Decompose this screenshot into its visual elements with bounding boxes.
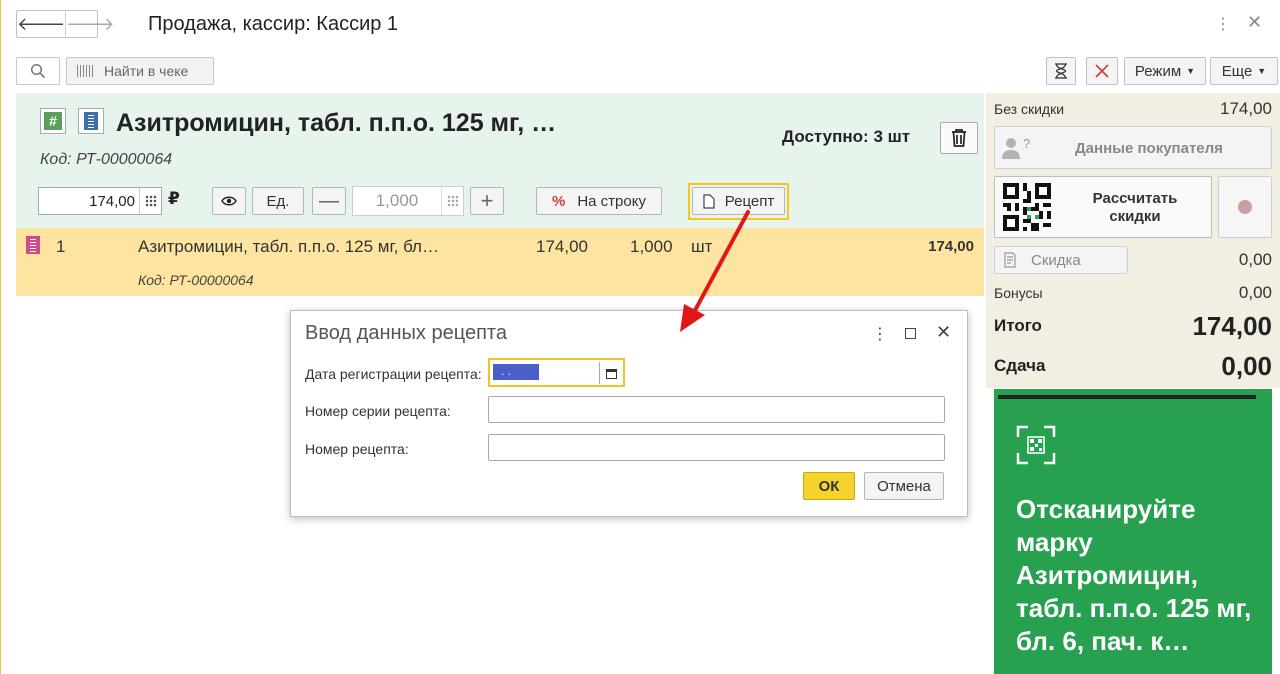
increase-qty-button[interactable]: + <box>470 187 504 215</box>
total-label: Итого <box>994 316 1042 335</box>
line-number: 1 <box>56 237 66 256</box>
change-label: Сдача <box>994 356 1046 375</box>
change-value: 0,00 <box>1221 351 1272 381</box>
percent-icon: % <box>552 192 566 210</box>
receipt-icon <box>1004 252 1016 268</box>
qr-code-icon <box>1003 183 1051 231</box>
dropdown-caret-icon: ▼ <box>1186 66 1196 76</box>
no-discount-label: Без скидки <box>994 101 1065 117</box>
line-price: 174,00 <box>536 237 588 256</box>
dialog-title: Ввод данных рецепта <box>305 322 507 344</box>
search-button[interactable] <box>16 57 60 85</box>
scan-separator <box>998 395 1256 399</box>
view-button[interactable] <box>212 187 246 215</box>
red-x-icon <box>1095 64 1109 78</box>
price-field[interactable]: 174,00 <box>38 187 162 215</box>
svg-text:?: ? <box>1023 136 1030 151</box>
forward-arrow-icon[interactable]: 🡒 <box>65 11 115 37</box>
marking-code-icon[interactable] <box>78 108 104 134</box>
calculator-icon[interactable] <box>139 188 161 214</box>
no-discount-value: 174,00 <box>1220 99 1272 118</box>
hourglass-icon <box>1055 63 1067 79</box>
back-arrow-icon[interactable]: 🡐 <box>17 11 65 37</box>
unknown-person-icon: ? <box>1002 136 1030 159</box>
dialog-maximize-icon[interactable] <box>905 328 916 339</box>
currency-sign: ₽ <box>168 189 180 208</box>
more-options-icon[interactable]: ⋮ <box>1215 14 1231 34</box>
mode-label: Режим <box>1134 62 1182 80</box>
search-icon <box>30 63 46 79</box>
status-dot-button[interactable] <box>1218 176 1272 238</box>
scan-message: Отсканируйте марку Азитромицин, табл. п.… <box>1016 494 1252 656</box>
discount-value: 0,00 <box>1238 250 1272 269</box>
total-value: 174,00 <box>1192 311 1272 341</box>
price-value: 174,00 <box>89 192 135 210</box>
discount-label: Скидка <box>1031 251 1081 269</box>
close-icon[interactable]: ✕ <box>1247 12 1262 33</box>
cancel-button[interactable]: Отмена <box>864 472 944 500</box>
dialog-more-icon[interactable]: ⋮ <box>872 324 888 344</box>
calculate-label-line2: скидки <box>1109 208 1161 225</box>
calendar-icon[interactable] <box>599 362 623 384</box>
discount-button[interactable]: Скидка <box>994 246 1128 274</box>
number-label: Номер рецепта: <box>305 441 409 457</box>
line-unit: шт <box>691 237 713 256</box>
product-title: Азитромицин, табл. п.п.о. 125 мг, … <box>116 109 557 137</box>
document-icon <box>703 193 715 209</box>
eye-icon <box>221 196 237 206</box>
calculate-discounts-label: Рассчитать скидки <box>1075 190 1195 226</box>
calculate-label-line1: Рассчитать <box>1092 190 1178 207</box>
number-input[interactable] <box>488 434 945 461</box>
more-label: Еще <box>1221 62 1253 80</box>
decrease-qty-button[interactable]: — <box>312 187 346 215</box>
ok-button[interactable]: ОК <box>803 472 855 500</box>
find-in-receipt-button[interactable]: Найти в чеке <box>66 57 214 85</box>
find-in-receipt-label: Найти в чеке <box>104 63 189 79</box>
customer-data-button[interactable]: ? Данные покупателя <box>994 126 1272 169</box>
line-discount-button[interactable]: % На строку <box>536 187 662 215</box>
unit-button[interactable]: Ед. <box>252 187 304 215</box>
recipe-button[interactable]: Рецепт <box>692 187 785 215</box>
plus-icon: + <box>480 188 494 213</box>
recipe-label: Рецепт <box>724 192 775 210</box>
delete-line-button[interactable] <box>940 122 978 154</box>
hash-icon[interactable]: # <box>40 108 66 134</box>
scan-frame-icon <box>1016 425 1056 465</box>
status-dot-icon <box>1238 200 1252 214</box>
more-button[interactable]: Еще ▼ <box>1210 57 1278 85</box>
quantity-field[interactable]: 1,000 <box>352 186 464 216</box>
marking-code-icon <box>26 236 40 254</box>
bonus-value: 0,00 <box>1238 283 1272 302</box>
dialog-close-icon[interactable]: ✕ <box>936 322 951 343</box>
line-sum: 174,00 <box>928 238 974 255</box>
calculate-discounts-button[interactable]: Рассчитать скидки <box>994 176 1212 238</box>
customer-data-label: Данные покупателя <box>1075 140 1223 157</box>
cancel-receipt-button[interactable] <box>1086 57 1118 85</box>
product-code: Код: РТ-00000064 <box>40 151 173 168</box>
hourglass-button[interactable] <box>1046 57 1076 85</box>
line-quantity: 1,000 <box>630 237 673 256</box>
mode-button[interactable]: Режим ▼ <box>1124 57 1206 85</box>
calculator-icon[interactable] <box>441 187 463 215</box>
series-input[interactable] <box>488 396 945 423</box>
series-label: Номер серии рецепта: <box>305 403 451 419</box>
date-label: Дата регистрации рецепта: <box>305 366 482 382</box>
line-discount-label: На строку <box>577 192 646 210</box>
minus-icon: — <box>319 189 339 212</box>
quantity-value: 1,000 <box>375 191 419 210</box>
barcode-icon <box>77 65 95 77</box>
window-title: Продажа, кассир: Кассир 1 <box>148 13 399 35</box>
trash-icon <box>952 129 966 147</box>
bonus-label: Бонусы <box>994 285 1043 301</box>
nav-buttons: 🡐 🡒 <box>16 10 115 38</box>
available-stock: Доступно: 3 шт <box>782 127 911 146</box>
line-name: Азитромицин, табл. п.п.о. 125 мг, бл… <box>138 237 439 256</box>
line-code: Код: РТ-00000064 <box>138 272 254 288</box>
date-value: . . <box>493 364 539 380</box>
dropdown-caret-icon: ▼ <box>1257 66 1267 76</box>
